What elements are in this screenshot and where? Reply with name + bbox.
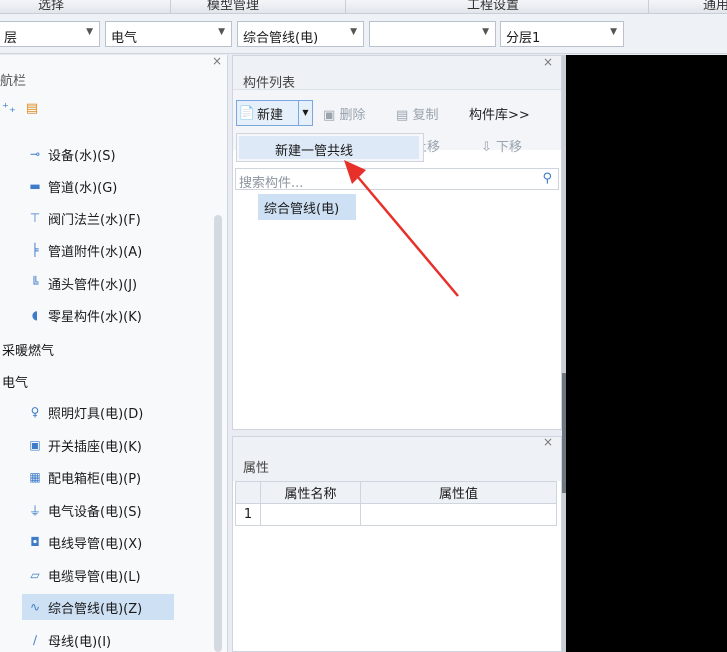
annotation-arrow-line (351, 169, 459, 297)
annotation-arrow-head (344, 160, 366, 184)
annotation-arrow (344, 160, 459, 297)
